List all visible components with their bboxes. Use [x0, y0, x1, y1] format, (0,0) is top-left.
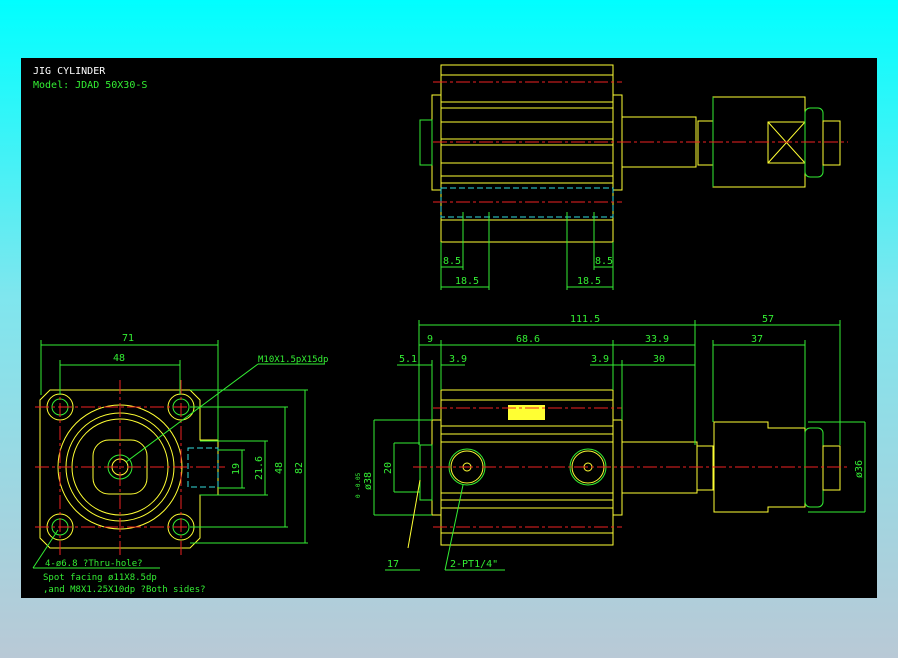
dim-dia-36: ø36	[854, 460, 865, 478]
dim-5-1: 5.1	[399, 354, 417, 365]
dim-33-9: 33.9	[645, 334, 669, 345]
model-label: Model: JDAD 50X30-S	[33, 80, 147, 91]
dim-tolerance: 0 -0.05	[355, 472, 362, 498]
dim-37: 37	[751, 334, 763, 345]
note-thread: ,and M8X1.25X10dp ?Both sides?	[43, 585, 206, 595]
port-label: 2-PT1/4"	[450, 559, 498, 570]
dim-dia-38: ø38	[363, 472, 374, 490]
thread-callout: M10X1.5pX15dp	[258, 355, 328, 365]
dim-48-horizontal: 48	[113, 353, 125, 364]
dim-3-9-left: 3.9	[449, 354, 467, 365]
dim-57: 57	[762, 314, 774, 325]
dim-21-6: 21.6	[254, 456, 265, 480]
dim-19: 19	[231, 463, 242, 475]
dim-30: 30	[653, 354, 665, 365]
dim-82: 82	[294, 462, 305, 474]
dim-18-5-left: 18.5	[455, 276, 479, 287]
dim-48-vertical: 48	[274, 462, 285, 474]
dim-68-6: 68.6	[516, 334, 540, 345]
cad-drawing: JIG CYLINDER Model: JDAD 50X30-S 8.5 18.…	[21, 58, 877, 598]
brand-label	[508, 405, 545, 420]
note-spot-facing: Spot facing ø11X8.5dp	[43, 573, 157, 583]
dim-8-5-left: 8.5	[443, 256, 461, 267]
dim-8-5-right: 8.5	[595, 256, 613, 267]
drawing-title: JIG CYLINDER	[33, 66, 106, 77]
dim-71: 71	[122, 333, 134, 344]
note-thru-hole: 4-ø6.8 ?Thru-hole?	[45, 559, 143, 569]
dim-9: 9	[427, 334, 433, 345]
dim-111-5: 111.5	[570, 314, 600, 325]
dim-3-9-right: 3.9	[591, 354, 609, 365]
dim-18-5-right: 18.5	[577, 276, 601, 287]
dim-20: 20	[383, 462, 394, 474]
dim-17: 17	[387, 559, 399, 570]
